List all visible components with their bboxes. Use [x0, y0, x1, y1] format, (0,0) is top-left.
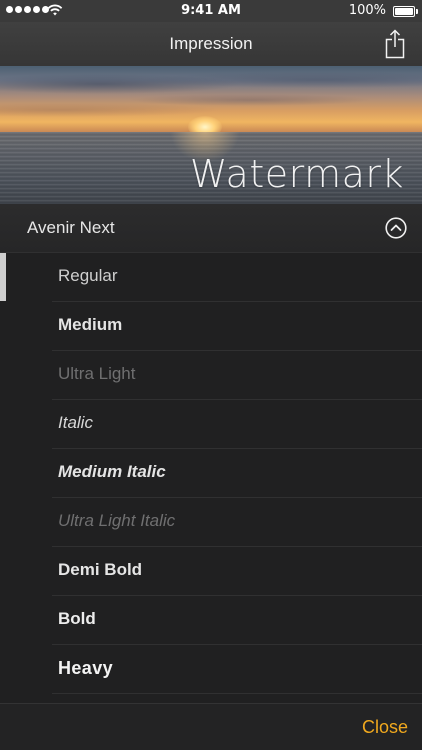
style-item-bold[interactable]: Bold: [52, 596, 422, 645]
style-item-heavy[interactable]: Heavy: [52, 645, 422, 694]
chevron-up-circle-icon[interactable]: [385, 217, 407, 239]
bottom-toolbar: Close: [0, 703, 422, 750]
preview-image: Watermark: [0, 66, 422, 204]
style-item-medium-italic[interactable]: Medium Italic: [52, 449, 422, 498]
battery-icon: [393, 6, 418, 17]
style-label: Bold: [58, 609, 96, 628]
style-label: Medium: [58, 315, 123, 334]
style-item-demi-bold[interactable]: Demi Bold: [52, 547, 422, 596]
style-item-medium[interactable]: Medium: [52, 302, 422, 351]
close-button[interactable]: Close: [362, 717, 408, 738]
style-label: Demi Bold: [58, 560, 143, 579]
status-bar: 9:41 AM 100%: [0, 0, 422, 22]
font-family-name: Avenir Next: [27, 218, 115, 237]
navigation-bar: Impression: [0, 22, 422, 66]
font-style-list: Regular Medium Ultra Light Italic Medium…: [0, 253, 422, 694]
style-label: Italic: [58, 413, 93, 432]
style-label: Regular: [58, 266, 118, 285]
watermark-preview-text[interactable]: Watermark: [190, 152, 404, 196]
style-item-regular[interactable]: Regular: [52, 253, 422, 302]
share-icon[interactable]: [380, 28, 410, 60]
style-item-ultra-light-italic[interactable]: Ultra Light Italic: [52, 498, 422, 547]
style-label: Heavy: [58, 658, 114, 678]
style-label: Medium Italic: [58, 462, 166, 481]
style-label: Ultra Light Italic: [58, 511, 176, 530]
font-picker-screen: 9:41 AM 100% Impression Watermark Avenir…: [0, 0, 422, 750]
style-item-ultra-light[interactable]: Ultra Light: [52, 351, 422, 400]
style-label: Ultra Light: [58, 364, 136, 383]
battery-percentage: 100%: [348, 3, 386, 18]
font-family-header[interactable]: Avenir Next: [0, 204, 422, 253]
nav-title: Impression: [169, 34, 253, 53]
style-item-italic[interactable]: Italic: [52, 400, 422, 449]
